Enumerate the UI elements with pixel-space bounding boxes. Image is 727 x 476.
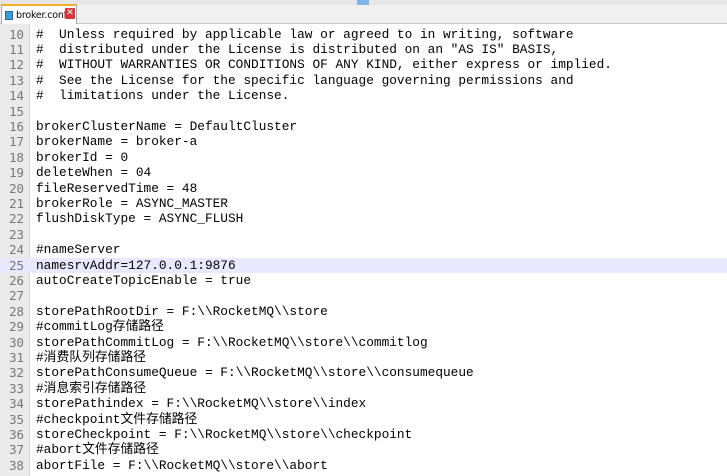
editor-line-22[interactable]: 22 flushDiskType = ASYNC_FLUSH	[0, 211, 727, 226]
line-number: 37	[9, 442, 24, 458]
line-content[interactable]: # Unless required by applicable law or a…	[36, 27, 574, 42]
editor-line-38[interactable]: 38 abortFile = F:\\RocketMQ\\store\\abort	[0, 458, 727, 473]
editor-line-31[interactable]: 31 #消费队列存储路径	[0, 350, 727, 365]
line-number: 14	[9, 88, 24, 104]
line-number: 15	[9, 103, 24, 119]
line-content[interactable]: # See the License for the specific langu…	[36, 73, 574, 88]
line-number: 18	[9, 149, 24, 165]
line-content[interactable]: #消费队列存储路径	[36, 350, 146, 365]
line-content[interactable]: #checkpoint文件存储路径	[36, 412, 197, 427]
editor-line-28[interactable]: 28 storePathRootDir = F:\\RocketMQ\\store	[0, 304, 727, 319]
editor-line-21[interactable]: 21 brokerRole = ASYNC_MASTER	[0, 196, 727, 211]
line-number: 32	[9, 365, 24, 381]
editor-line-26[interactable]: 26 autoCreateTopicEnable = true	[0, 273, 727, 288]
editor-line-34[interactable]: 34 storePathindex = F:\\RocketMQ\\store\\…	[0, 396, 727, 411]
line-content[interactable]: # distributed under the License is distr…	[36, 42, 558, 57]
line-number: 20	[9, 180, 24, 196]
line-content[interactable]: # limitations under the License.	[36, 88, 289, 103]
line-content[interactable]: abortFile = F:\\RocketMQ\\store\\abort	[36, 458, 328, 473]
editor-line-29[interactable]: 29 #commitLog存储路径	[0, 319, 727, 334]
close-tab-icon[interactable]: ✕	[65, 8, 75, 19]
line-content[interactable]: storePathConsumeQueue = F:\\RocketMQ\\st…	[36, 365, 474, 380]
text-editor-window: broker.conf ✕ 10 # Unless required by app…	[0, 0, 727, 476]
line-number: 34	[9, 396, 24, 412]
line-number: 33	[9, 380, 24, 396]
tab-filename: broker.conf	[16, 9, 67, 21]
line-content[interactable]: fileReservedTime = 48	[36, 181, 197, 196]
line-content[interactable]: # WITHOUT WARRANTIES OR CONDITIONS OF AN…	[36, 57, 612, 72]
editor-line-35[interactable]: 35 #checkpoint文件存储路径	[0, 412, 727, 427]
file-saved-icon	[5, 10, 13, 20]
line-content[interactable]: #nameServer	[36, 242, 120, 257]
editor-line-12[interactable]: 12 # WITHOUT WARRANTIES OR CONDITIONS OF …	[0, 57, 727, 72]
line-number: 11	[9, 41, 24, 57]
line-content[interactable]: brokerRole = ASYNC_MASTER	[36, 196, 228, 211]
line-number: 26	[9, 272, 24, 288]
line-content[interactable]: namesrvAddr=127.0.0.1:9876	[36, 258, 236, 273]
toolbar-icon-fragment	[357, 0, 369, 5]
line-number: 17	[9, 134, 24, 150]
line-number: 16	[9, 118, 24, 134]
line-number: 22	[9, 211, 24, 227]
editor-line-20[interactable]: 20 fileReservedTime = 48	[0, 181, 727, 196]
editor-line-13[interactable]: 13 # See the License for the specific lan…	[0, 73, 727, 88]
line-content[interactable]: storePathCommitLog = F:\\RocketMQ\\store…	[36, 335, 428, 350]
line-number: 27	[9, 288, 24, 304]
line-content[interactable]: deleteWhen = 04	[36, 165, 151, 180]
editor-line-16[interactable]: 16 brokerClusterName = DefaultCluster	[0, 119, 727, 134]
line-number: 36	[9, 426, 24, 442]
editor-line-19[interactable]: 19 deleteWhen = 04	[0, 165, 727, 180]
editor-line-27[interactable]: 27	[0, 288, 727, 303]
line-content[interactable]: storePathRootDir = F:\\RocketMQ\\store	[36, 304, 328, 319]
file-tab-broker-conf[interactable]: broker.conf ✕	[1, 4, 77, 24]
editor-line-37[interactable]: 37 #abort文件存储路径	[0, 442, 727, 457]
line-content[interactable]: #消息索引存储路径	[36, 381, 146, 396]
editor-line-33[interactable]: 33 #消息索引存储路径	[0, 381, 727, 396]
line-content[interactable]: storePathindex = F:\\RocketMQ\\store\\in…	[36, 396, 366, 411]
editor-line-36[interactable]: 36 storeCheckpoint = F:\\RocketMQ\\store\…	[0, 427, 727, 442]
line-number: 25	[9, 257, 24, 273]
editor-line-17[interactable]: 17 brokerName = broker-a	[0, 134, 727, 149]
line-content[interactable]: #commitLog存储路径	[36, 319, 164, 334]
editor-line-15[interactable]: 15	[0, 104, 727, 119]
line-number: 38	[9, 457, 24, 473]
line-content[interactable]: autoCreateTopicEnable = true	[36, 273, 251, 288]
line-content[interactable]: #abort文件存储路径	[36, 442, 159, 457]
line-number: 23	[9, 226, 24, 242]
line-content[interactable]: flushDiskType = ASYNC_FLUSH	[36, 211, 243, 226]
line-number: 19	[9, 165, 24, 181]
line-number: 30	[9, 334, 24, 350]
editor-line-14[interactable]: 14 # limitations under the License.	[0, 88, 727, 103]
line-content[interactable]: storeCheckpoint = F:\\RocketMQ\\store\\c…	[36, 427, 412, 442]
line-number: 35	[9, 411, 24, 427]
editor-line-18[interactable]: 18 brokerId = 0	[0, 150, 727, 165]
line-number: 28	[9, 303, 24, 319]
line-number: 21	[9, 195, 24, 211]
editor-line-24[interactable]: 24 #nameServer	[0, 242, 727, 257]
line-content[interactable]: brokerClusterName = DefaultCluster	[36, 119, 297, 134]
line-number: 24	[9, 242, 24, 258]
editor-line-32[interactable]: 32 storePathConsumeQueue = F:\\RocketMQ\\…	[0, 365, 727, 380]
editor-line-11[interactable]: 11 # distributed under the License is dis…	[0, 42, 727, 57]
line-number: 12	[9, 57, 24, 73]
line-number: 29	[9, 319, 24, 335]
editor-line-25[interactable]: 25 namesrvAddr=127.0.0.1:9876	[0, 257, 727, 273]
line-number: 31	[9, 349, 24, 365]
editor-line-10[interactable]: 10 # Unless required by applicable law or…	[0, 27, 727, 42]
editor-line-30[interactable]: 30 storePathCommitLog = F:\\RocketMQ\\sto…	[0, 335, 727, 350]
editor-line-23[interactable]: 23	[0, 227, 727, 242]
line-content[interactable]: brokerId = 0	[36, 150, 128, 165]
line-number: 10	[9, 26, 24, 42]
tab-bar: broker.conf ✕	[0, 0, 727, 24]
line-content[interactable]: brokerName = broker-a	[36, 134, 197, 149]
line-number: 13	[9, 72, 24, 88]
